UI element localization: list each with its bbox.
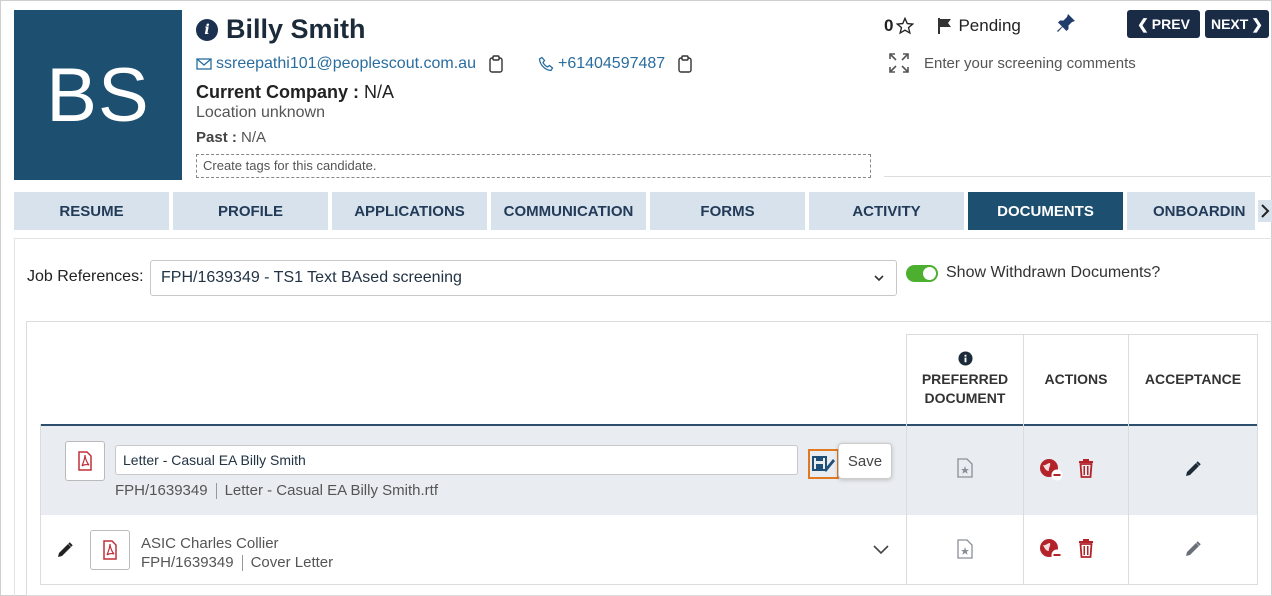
withdraw-globe-icon[interactable]	[1039, 537, 1063, 561]
avatar-initials: BS	[46, 52, 150, 138]
next-label: NEXT	[1210, 16, 1249, 32]
toggle-label: Show Withdrawn Documents?	[946, 264, 1161, 281]
preferred-document-icon[interactable]	[955, 457, 975, 479]
screening-comments[interactable]: Enter your screening comments	[888, 52, 1136, 74]
tab-applications[interactable]: APPLICATIONS	[332, 192, 487, 230]
pdf-icon	[65, 441, 105, 481]
job-references-label: Job References:	[27, 268, 144, 285]
preferred-document-icon[interactable]	[955, 538, 975, 560]
save-edit-icon	[811, 456, 835, 472]
candidate-name-row: i Billy Smith	[196, 14, 366, 45]
show-withdrawn-toggle[interactable]: Show Withdrawn Documents?	[906, 264, 1160, 282]
candidate-name: Billy Smith	[226, 14, 366, 44]
column-divider	[1257, 424, 1258, 585]
status-text: Pending	[958, 15, 1021, 35]
current-company: Current Company : N/A	[196, 82, 394, 103]
column-divider	[1128, 424, 1129, 585]
contact-row: ssreepathi101@peoplescout.com.au +614045…	[196, 55, 693, 73]
copy-phone-icon[interactable]	[677, 55, 693, 73]
acceptance-pencil-icon[interactable]	[1183, 459, 1203, 479]
pdf-icon	[90, 530, 130, 570]
document-ref: FPH/1639349	[115, 482, 208, 499]
past-company: Past : N/A	[196, 129, 266, 146]
expand-row-chevron-icon[interactable]	[872, 543, 890, 557]
document-meta: FPH/1639349 Cover Letter	[141, 554, 333, 571]
job-references-select[interactable]: FPH/1639349 - TS1 Text BAsed screening	[150, 260, 897, 296]
location-text: Location unknown	[196, 104, 325, 121]
column-actions: ACTIONS	[1023, 334, 1129, 424]
column-acceptance: ACCEPTANCE	[1128, 334, 1258, 424]
delete-trash-icon[interactable]	[1076, 537, 1096, 559]
prev-button[interactable]: ❮ PREV	[1127, 10, 1200, 38]
info-icon[interactable]: i	[196, 18, 218, 41]
document-meta: FPH/1639349 Letter - Casual EA Billy Smi…	[115, 482, 438, 499]
header-divider	[884, 176, 1272, 177]
pin-icon[interactable]	[1055, 12, 1077, 39]
tab-profile[interactable]: PROFILE	[173, 192, 328, 230]
tab-activity[interactable]: ACTIVITY	[809, 192, 964, 230]
tab-onboarding[interactable]: ONBOARDIN	[1127, 192, 1255, 230]
score[interactable]: 0	[884, 15, 915, 36]
copy-email-icon[interactable]	[488, 55, 504, 73]
past-label: Past :	[196, 129, 237, 146]
document-name-input[interactable]: Letter - Casual EA Billy Smith	[115, 445, 798, 475]
chevron-right-icon: ❯	[1251, 15, 1264, 32]
job-references-value: FPH/1639349 - TS1 Text BAsed screening	[161, 269, 462, 286]
tags-input[interactable]: Create tags for this candidate.	[196, 154, 871, 178]
document-title: ASIC Charles Collier	[141, 535, 279, 552]
info-icon[interactable]	[957, 351, 973, 366]
email-link[interactable]: ssreepathi101@peoplescout.com.au	[216, 55, 476, 73]
meta-divider	[215, 482, 217, 499]
envelope-icon	[196, 58, 212, 70]
edit-pencil-icon[interactable]	[55, 540, 75, 560]
acceptance-pencil-icon[interactable]	[1183, 539, 1203, 559]
company-value: N/A	[364, 82, 395, 102]
withdraw-globe-icon[interactable]	[1039, 457, 1063, 481]
company-label: Current Company :	[196, 82, 360, 102]
status-dropdown[interactable]: Pending	[936, 15, 1021, 36]
column-divider	[1023, 424, 1024, 585]
column-divider	[40, 424, 41, 585]
tab-scroll-right-icon[interactable]	[1258, 200, 1272, 222]
phone-link[interactable]: +61404597487	[558, 55, 665, 73]
expand-icon[interactable]	[888, 52, 910, 74]
header-actions: 0 Pending	[884, 12, 1077, 39]
flag-icon	[938, 17, 952, 34]
delete-trash-icon[interactable]	[1076, 457, 1096, 479]
meta-divider	[241, 554, 243, 571]
tab-resume[interactable]: RESUME	[14, 192, 169, 230]
toggle-switch[interactable]	[906, 264, 938, 282]
tab-bar: RESUME PROFILE APPLICATIONS COMMUNICATIO…	[14, 192, 1272, 230]
document-type: Cover Letter	[250, 554, 334, 571]
star-icon	[896, 16, 915, 34]
score-value: 0	[884, 15, 894, 35]
save-edit-button[interactable]	[808, 449, 839, 479]
preferred-line1: PREFERRED	[921, 371, 1009, 387]
prev-label: PREV	[1151, 16, 1190, 32]
chevron-left-icon: ❮	[1137, 15, 1149, 32]
document-file: Letter - Casual EA Billy Smith.rtf	[224, 482, 438, 499]
column-divider	[906, 424, 907, 585]
tab-communication[interactable]: COMMUNICATION	[491, 192, 646, 230]
past-value: N/A	[241, 129, 267, 146]
tab-forms[interactable]: FORMS	[650, 192, 805, 230]
document-ref: FPH/1639349	[141, 554, 234, 571]
phone-icon	[538, 56, 554, 72]
comments-placeholder: Enter your screening comments	[924, 54, 1136, 72]
chevron-down-icon	[874, 275, 884, 282]
tab-documents[interactable]: DOCUMENTS	[968, 192, 1123, 230]
next-button[interactable]: NEXT ❯	[1205, 10, 1269, 38]
candidate-avatar: BS	[14, 10, 182, 180]
preferred-line2: DOCUMENT	[924, 390, 1006, 406]
column-preferred-document: PREFERRED DOCUMENT	[906, 334, 1024, 424]
save-tooltip: Save	[838, 443, 892, 479]
